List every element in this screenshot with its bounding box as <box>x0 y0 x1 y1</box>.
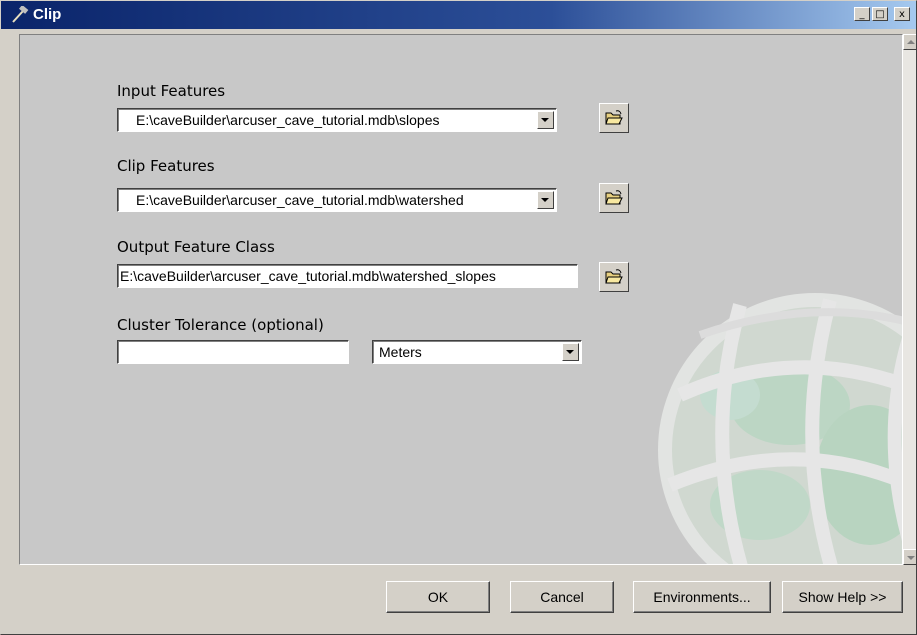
output-feature-class-browse-button[interactable] <box>599 262 629 292</box>
folder-open-icon <box>605 269 623 284</box>
units-select[interactable]: Meters <box>372 340 582 364</box>
units-dropdown-button[interactable] <box>562 343 579 361</box>
chevron-down-icon <box>541 198 549 202</box>
ok-button[interactable]: OK <box>386 581 490 613</box>
chevron-down-icon <box>566 350 574 354</box>
cluster-tolerance-input[interactable] <box>117 340 349 364</box>
scroll-up-button[interactable] <box>903 34 916 50</box>
title-bar[interactable]: Clip _ □ x <box>1 1 916 29</box>
environments-button[interactable]: Environments... <box>633 581 771 613</box>
folder-open-icon <box>605 110 623 125</box>
show-help-button[interactable]: Show Help >> <box>782 581 903 613</box>
clip-features-dropdown-button[interactable] <box>537 191 554 209</box>
parameters-panel: Input Features E:\caveBuilder\arcuser_ca… <box>19 34 903 565</box>
vertical-scrollbar[interactable] <box>903 34 916 565</box>
output-feature-class-input[interactable]: E:\caveBuilder\arcuser_cave_tutorial.mdb… <box>117 264 578 288</box>
clip-features-label: Clip Features <box>117 157 215 175</box>
output-feature-class-value: E:\caveBuilder\arcuser_cave_tutorial.mdb… <box>120 268 496 284</box>
output-feature-class-label: Output Feature Class <box>117 238 275 256</box>
clip-features-combobox[interactable]: E:\caveBuilder\arcuser_cave_tutorial.mdb… <box>117 188 557 212</box>
units-value: Meters <box>379 344 422 360</box>
close-button[interactable]: x <box>894 7 910 21</box>
input-features-label: Input Features <box>117 82 226 100</box>
chevron-up-icon <box>907 40 915 44</box>
globe-watermark <box>658 293 902 564</box>
input-features-browse-button[interactable] <box>599 103 629 133</box>
clip-features-browse-button[interactable] <box>599 183 629 213</box>
hammer-icon <box>12 6 29 23</box>
chevron-down-icon <box>541 118 549 122</box>
cluster-tolerance-label: Cluster Tolerance (optional) <box>117 316 324 334</box>
minimize-button[interactable]: _ <box>854 7 870 21</box>
clip-dialog: Clip _ □ x Input Features E:\caveBuilder… <box>0 0 917 635</box>
maximize-button[interactable]: □ <box>872 7 888 21</box>
input-features-value: E:\caveBuilder\arcuser_cave_tutorial.mdb… <box>136 112 440 128</box>
scroll-down-button[interactable] <box>903 549 916 565</box>
folder-open-icon <box>605 190 623 205</box>
cancel-button[interactable]: Cancel <box>510 581 614 613</box>
input-features-dropdown-button[interactable] <box>537 111 554 129</box>
input-features-combobox[interactable]: E:\caveBuilder\arcuser_cave_tutorial.mdb… <box>117 108 557 132</box>
window-title: Clip <box>33 6 62 23</box>
clip-features-value: E:\caveBuilder\arcuser_cave_tutorial.mdb… <box>136 192 464 208</box>
chevron-down-icon <box>907 556 915 560</box>
